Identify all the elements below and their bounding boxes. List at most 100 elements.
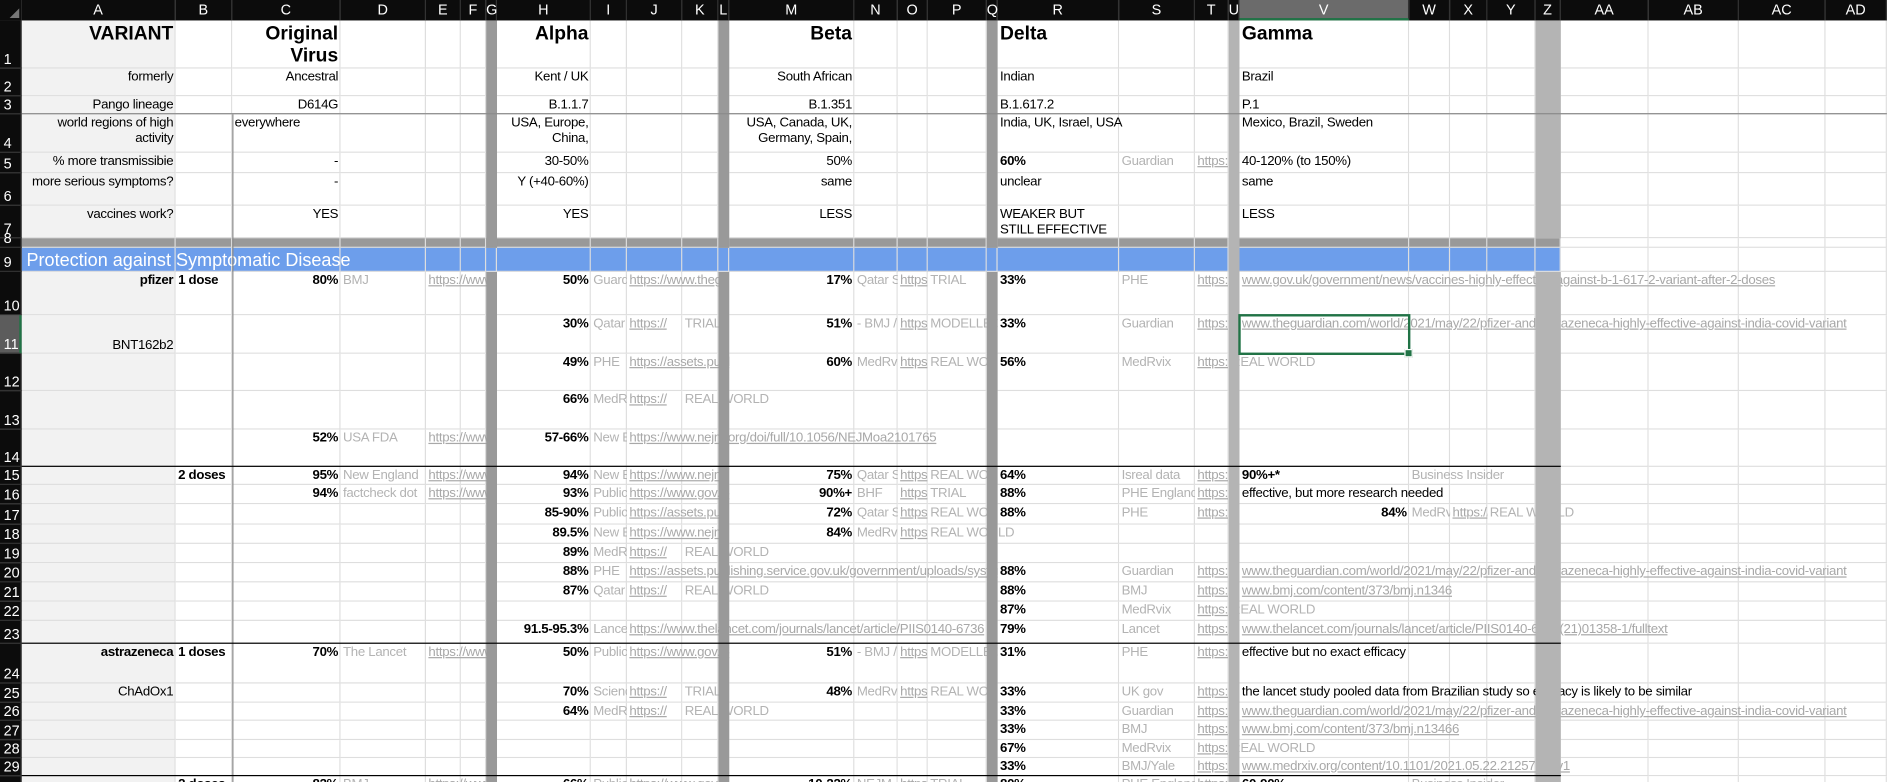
column-header-ac[interactable]: AC — [1738, 0, 1826, 21]
grid-cell[interactable] — [232, 720, 341, 741]
column-header-s[interactable]: S — [1119, 0, 1195, 21]
grid-cell[interactable] — [927, 601, 987, 621]
grid-cell[interactable] — [590, 152, 627, 174]
grid-cell[interactable] — [340, 582, 427, 602]
cell-t15[interactable]: https: — [1195, 467, 1240, 485]
grid-cell[interactable] — [897, 114, 928, 153]
cell-v23[interactable]: www.thelancet.com/journals/lancet/articl… — [1240, 621, 1887, 644]
grid-cell[interactable] — [986, 114, 998, 153]
grid-cell[interactable] — [340, 391, 427, 430]
grid-cell[interactable] — [997, 238, 1120, 248]
grid-cell[interactable] — [590, 601, 627, 621]
grid-cell[interactable] — [626, 152, 683, 174]
column-header-t[interactable]: T — [1194, 0, 1229, 21]
cell-j11[interactable]: https:// — [627, 315, 682, 354]
cell-t24[interactable]: https: — [1195, 644, 1240, 684]
grid-cell[interactable] — [1450, 643, 1488, 684]
grid-cell[interactable] — [232, 563, 341, 583]
grid-cell[interactable] — [175, 238, 233, 248]
grid-cell[interactable] — [986, 720, 998, 741]
column-header-x[interactable]: X — [1450, 0, 1488, 21]
row-header-12[interactable]: 12 — [0, 353, 22, 392]
grid-cell[interactable] — [232, 353, 341, 392]
cell-o25[interactable]: https — [898, 684, 928, 703]
grid-cell[interactable] — [1648, 643, 1739, 684]
grid-cell[interactable] — [232, 702, 341, 721]
cell-e16[interactable]: https://www — [426, 485, 497, 504]
grid-cell[interactable] — [682, 173, 719, 206]
column-header-p[interactable]: P — [927, 0, 987, 21]
cell-t23[interactable]: https: — [1195, 621, 1240, 644]
grid-cell[interactable] — [1560, 247, 1649, 272]
grid-cell[interactable] — [854, 96, 898, 115]
grid-cell[interactable] — [1825, 643, 1887, 684]
grid-cell[interactable] — [1648, 543, 1739, 564]
grid-cell[interactable] — [897, 205, 928, 239]
column-header-u[interactable]: U — [1228, 0, 1240, 21]
grid-cell[interactable] — [854, 205, 898, 239]
column-header-d[interactable]: D — [340, 0, 427, 21]
cell-t26[interactable]: https: — [1195, 703, 1240, 721]
grid-cell[interactable] — [340, 524, 427, 544]
grid-cell[interactable] — [232, 238, 341, 248]
cell-o30[interactable]: https — [898, 776, 928, 782]
row-header-6[interactable]: 6 — [0, 173, 22, 206]
grid-cell[interactable] — [626, 720, 683, 741]
grid-cell[interactable] — [729, 720, 855, 741]
cell-o16[interactable]: https — [898, 485, 928, 504]
grid-cell[interactable] — [426, 740, 461, 759]
grid-cell[interactable] — [1450, 238, 1488, 248]
grid-cell[interactable] — [486, 758, 498, 777]
grid-cell[interactable] — [497, 601, 591, 621]
grid-cell[interactable] — [497, 238, 591, 248]
grid-cell[interactable] — [986, 758, 998, 777]
grid-cell[interactable] — [460, 173, 487, 206]
grid-cell[interactable] — [21, 524, 176, 544]
cell-e24[interactable]: https://www — [426, 644, 497, 684]
grid-cell[interactable] — [590, 114, 627, 153]
row-header-21[interactable]: 21 — [0, 582, 22, 602]
cell-t28[interactable]: https: — [1195, 740, 1229, 758]
grid-cell[interactable] — [232, 740, 341, 759]
grid-cell[interactable] — [175, 524, 233, 544]
cell-e30[interactable]: https://www — [426, 776, 497, 782]
grid-cell[interactable] — [986, 173, 998, 206]
grid-cell[interactable] — [426, 543, 461, 564]
column-header-o[interactable]: O — [897, 0, 928, 21]
grid-cell[interactable] — [486, 96, 498, 115]
grid-cell[interactable] — [232, 582, 341, 602]
grid-cell[interactable] — [1560, 643, 1649, 684]
grid-cell[interactable] — [21, 353, 176, 392]
column-header-ad[interactable]: AD — [1825, 0, 1887, 21]
grid-cell[interactable] — [426, 353, 461, 392]
grid-cell[interactable] — [21, 238, 176, 248]
grid-cell[interactable] — [486, 315, 498, 354]
grid-cell[interactable] — [986, 740, 998, 759]
grid-cell[interactable] — [21, 543, 176, 564]
grid-cell[interactable] — [927, 720, 987, 741]
grid-cell[interactable] — [1825, 238, 1887, 248]
grid-cell[interactable] — [486, 504, 498, 525]
row-header-29[interactable]: 29 — [0, 758, 22, 777]
grid-cell[interactable] — [729, 740, 855, 759]
grid-cell[interactable] — [854, 20, 898, 69]
grid-cell[interactable] — [426, 152, 461, 174]
grid-cell[interactable] — [590, 68, 627, 97]
cell-j16[interactable]: https://www.gov.uk — [627, 485, 729, 504]
grid-cell[interactable] — [175, 683, 233, 703]
grid-cell[interactable] — [897, 173, 928, 206]
grid-cell[interactable] — [986, 20, 998, 69]
grid-cell[interactable] — [426, 582, 461, 602]
grid-cell[interactable] — [1535, 391, 1561, 430]
grid-cell[interactable] — [927, 114, 987, 153]
grid-cell[interactable] — [626, 758, 683, 777]
grid-cell[interactable] — [426, 173, 461, 206]
grid-cell[interactable] — [590, 758, 627, 777]
grid-cell[interactable] — [340, 720, 427, 741]
grid-cell[interactable] — [340, 96, 427, 115]
cell-v10[interactable]: www.gov.uk/government/news/vaccines-high… — [1240, 272, 1887, 315]
row-header-5[interactable]: 5 — [0, 152, 22, 174]
grid-cell[interactable] — [232, 758, 341, 777]
grid-cell[interactable] — [1738, 643, 1826, 684]
grid-cell[interactable] — [927, 205, 987, 239]
